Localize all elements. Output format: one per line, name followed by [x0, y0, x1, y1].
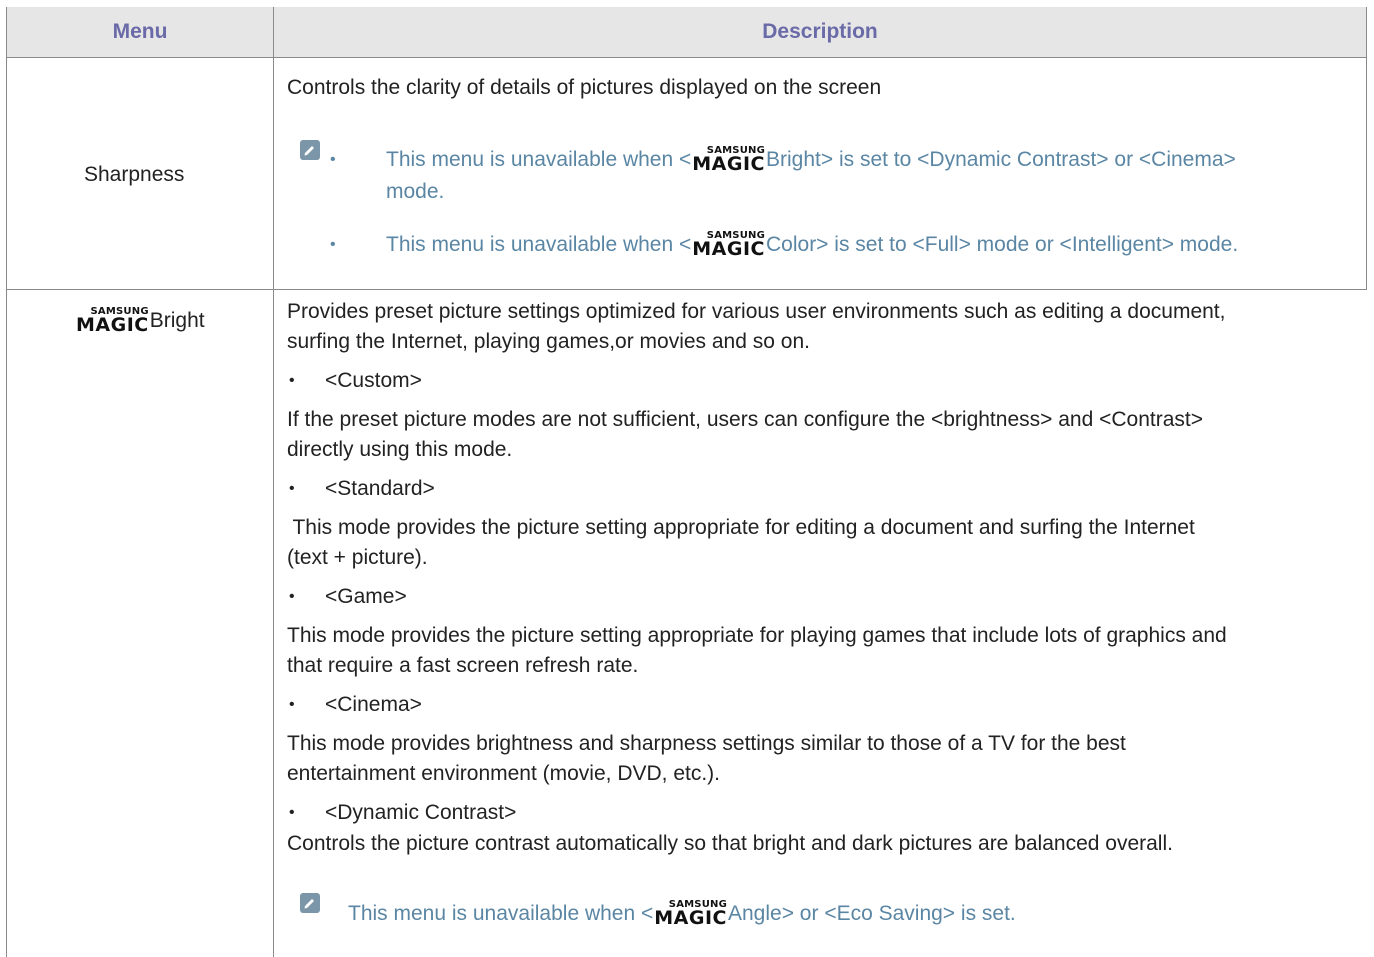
mode-dynamic-contrast: <Dynamic Contrast>	[325, 801, 517, 824]
samsung-magic-logo: SAMSUNG MAGIC	[76, 306, 149, 336]
mode-cinema-desc-1: This mode provides brightness and sharpn…	[287, 732, 1126, 755]
sharpness-note-1-cont: mode.	[386, 180, 445, 203]
header-divider	[6, 57, 1367, 58]
mode-custom: <Custom>	[325, 369, 422, 392]
note-text-post: Bright> is set to <Dynamic Contrast> or …	[766, 148, 1236, 171]
magicbright-note: This menu is unavailable when < SAMSUNG MA…	[348, 900, 1016, 928]
mode-custom-desc-1: If the preset picture modes are not suff…	[287, 408, 1203, 431]
note-text-pre: This menu is unavailable when <	[386, 233, 692, 256]
note-text-post: Color> is set to <Full> mode or <Intelli…	[766, 233, 1239, 256]
samsung-magic-logo: SAMSUNG MAGIC	[692, 230, 765, 260]
samsung-magic-logo: SAMSUNG MAGIC	[692, 145, 765, 175]
mode-cinema-desc-2: entertainment environment (movie, DVD, e…	[287, 762, 721, 785]
mode-bullet: •	[289, 588, 295, 605]
note-text-post: Angle> or <Eco Saving> is set.	[728, 902, 1016, 925]
note-pencil-icon	[300, 893, 320, 913]
mode-game-desc-1: This mode provides the picture setting a…	[287, 624, 1227, 647]
mode-bullet: •	[289, 804, 295, 821]
mode-bullet: •	[289, 480, 295, 497]
menu-magicbright: SAMSUNG MAGIC Bright	[75, 307, 205, 335]
samsung-magic-logo: SAMSUNG MAGIC	[654, 899, 727, 929]
menu-label: Bright	[149, 309, 205, 332]
header-menu: Menu	[7, 7, 273, 57]
table-border-left	[6, 7, 7, 957]
row-divider	[6, 289, 1367, 290]
sharpness-intro: Controls the clarity of details of pictu…	[287, 76, 882, 99]
mode-standard-desc-1: This mode provides the picture setting a…	[287, 516, 1195, 539]
sharpness-note-2: This menu is unavailable when < SAMSUNG MA…	[386, 231, 1238, 259]
header-description: Description	[274, 7, 1366, 57]
mode-dynamic-contrast-desc: Controls the picture contrast automatica…	[287, 832, 1173, 855]
magicbright-intro-line-1: Provides preset picture settings optimiz…	[287, 300, 1226, 323]
mode-game-desc-2: that require a fast screen refresh rate.	[287, 654, 639, 677]
table-border-right	[1366, 7, 1367, 289]
mode-bullet: •	[289, 696, 295, 713]
menu-sharpness: Sharpness	[84, 163, 185, 186]
mode-bullet: •	[289, 372, 295, 389]
magicbright-intro-line-2: surfing the Internet, playing games,or m…	[287, 330, 810, 353]
column-divider	[273, 7, 274, 957]
sharpness-note-1: This menu is unavailable when < SAMSUNG MA…	[386, 146, 1236, 174]
mode-custom-desc-2: directly using this mode.	[287, 438, 513, 461]
note-text-pre: This menu is unavailable when <	[348, 902, 654, 925]
note-text-pre: This menu is unavailable when <	[386, 148, 692, 171]
mode-standard-desc-2: (text + picture).	[287, 546, 428, 569]
mode-game: <Game>	[325, 585, 407, 608]
note-bullet: •	[330, 236, 336, 253]
mode-standard: <Standard>	[325, 477, 435, 500]
note-pencil-icon	[300, 140, 320, 160]
mode-cinema: <Cinema>	[325, 693, 422, 716]
note-bullet: •	[330, 151, 336, 168]
